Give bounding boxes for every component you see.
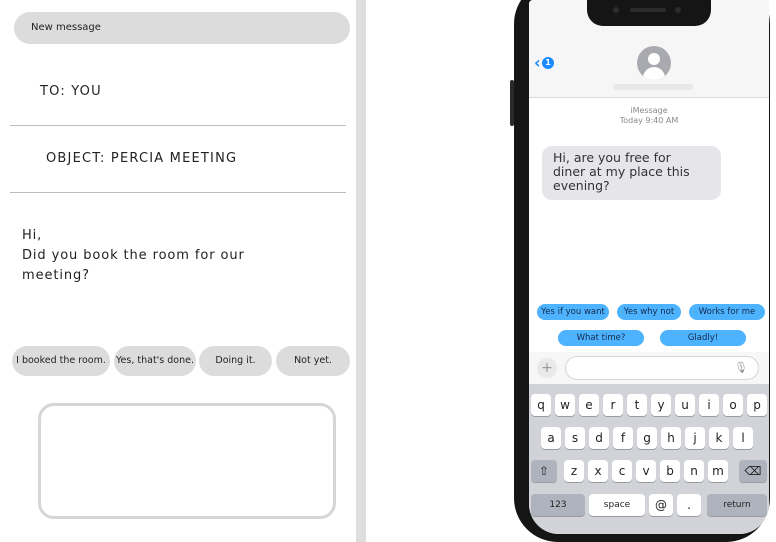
numbers-key[interactable]: 123 (531, 494, 585, 516)
timestamp: Today 9:40 AM (619, 116, 679, 125)
quick-reply-doing[interactable]: Doing it. (199, 346, 272, 376)
quick-reply-booked[interactable]: I booked the room. (12, 346, 110, 376)
message-line: Hi, are you free for (553, 150, 671, 165)
key-v[interactable]: v (636, 460, 656, 482)
phone-screen: ‹ 1 iMessage Today 9:40 AM Hi, are you f… (529, 0, 769, 534)
plus-icon[interactable]: + (537, 358, 557, 378)
key-k[interactable]: k (709, 427, 729, 449)
key-s[interactable]: s (565, 427, 585, 449)
key-y[interactable]: y (651, 394, 671, 416)
key-m[interactable]: m (708, 460, 728, 482)
key-h[interactable]: h (661, 427, 681, 449)
key-e[interactable]: e (579, 394, 599, 416)
quick-reply-not-yet[interactable]: Not yet. (276, 346, 350, 376)
key-l[interactable]: l (733, 427, 753, 449)
quick-reply-done[interactable]: Yes, that's done. (114, 346, 196, 376)
phone-notch (587, 0, 711, 26)
sensor-icon (675, 7, 681, 13)
key-g[interactable]: g (637, 427, 657, 449)
unread-badge[interactable]: 1 (542, 57, 554, 69)
key-o[interactable]: o (723, 394, 743, 416)
person-icon (648, 53, 660, 65)
key-f[interactable]: f (613, 427, 633, 449)
scrollbar[interactable] (356, 0, 366, 542)
key-w[interactable]: w (555, 394, 575, 416)
at-key[interactable]: @ (649, 494, 673, 516)
key-x[interactable]: x (588, 460, 608, 482)
email-composer: New message TO: YOU OBJECT: PERCIA MEETI… (10, 0, 356, 542)
suggestion-yes-if-you-want[interactable]: Yes if you want (537, 304, 609, 320)
shift-key[interactable]: ⇧ (531, 460, 557, 482)
keyboard: q w e r t y u i o p a s d f g h j k l ⇧ … (529, 384, 769, 534)
email-body-line: Did you book the room for our (22, 248, 245, 263)
chevron-left-icon[interactable]: ‹ (534, 55, 541, 71)
email-body-line: meeting? (22, 268, 90, 283)
period-key[interactable]: . (677, 494, 701, 516)
key-r[interactable]: r (603, 394, 623, 416)
key-i[interactable]: i (699, 394, 719, 416)
suggestion-works-for-me[interactable]: Works for me (689, 304, 765, 320)
key-u[interactable]: u (675, 394, 695, 416)
divider (10, 125, 346, 126)
return-key[interactable]: return (707, 494, 767, 516)
service-label: iMessage (630, 106, 668, 115)
suggestion-gladly[interactable]: Gladly! (660, 330, 746, 346)
contact-name-placeholder (613, 84, 693, 90)
avatar[interactable] (637, 46, 671, 80)
key-q[interactable]: q (531, 394, 551, 416)
email-body-line: Hi, (22, 228, 43, 243)
incoming-message-bubble: Hi, are you free for diner at my place t… (542, 146, 721, 200)
message-line: diner at my place this (553, 164, 690, 179)
divider (10, 192, 346, 193)
microphone-icon[interactable]: 🎙 (734, 361, 748, 375)
suggestion-what-time[interactable]: What time? (558, 330, 644, 346)
key-j[interactable]: j (685, 427, 705, 449)
key-a[interactable]: a (541, 427, 561, 449)
to-field[interactable]: TO: YOU (10, 84, 346, 99)
message-input-row: + 🎙 (529, 352, 769, 384)
key-z[interactable]: z (564, 460, 584, 482)
key-d[interactable]: d (589, 427, 609, 449)
key-t[interactable]: t (627, 394, 647, 416)
new-message-header: New message (14, 12, 350, 44)
person-icon-body (643, 67, 665, 80)
email-body: Hi, Did you book the room for our meetin… (22, 226, 292, 286)
message-line: evening? (553, 178, 610, 193)
key-p[interactable]: p (747, 394, 767, 416)
space-key[interactable]: space (589, 494, 645, 516)
key-b[interactable]: b (660, 460, 680, 482)
key-c[interactable]: c (612, 460, 632, 482)
suggestion-yes-why-not[interactable]: Yes why not (617, 304, 681, 320)
delete-key[interactable]: ⌫ (739, 460, 767, 482)
message-input[interactable]: 🎙 (565, 356, 759, 380)
reply-compose-box[interactable] (38, 403, 336, 519)
object-field[interactable]: OBJECT: PERCIA MEETING (10, 151, 346, 166)
speaker-grille (630, 8, 666, 12)
key-n[interactable]: n (684, 460, 704, 482)
camera-icon (613, 7, 619, 13)
